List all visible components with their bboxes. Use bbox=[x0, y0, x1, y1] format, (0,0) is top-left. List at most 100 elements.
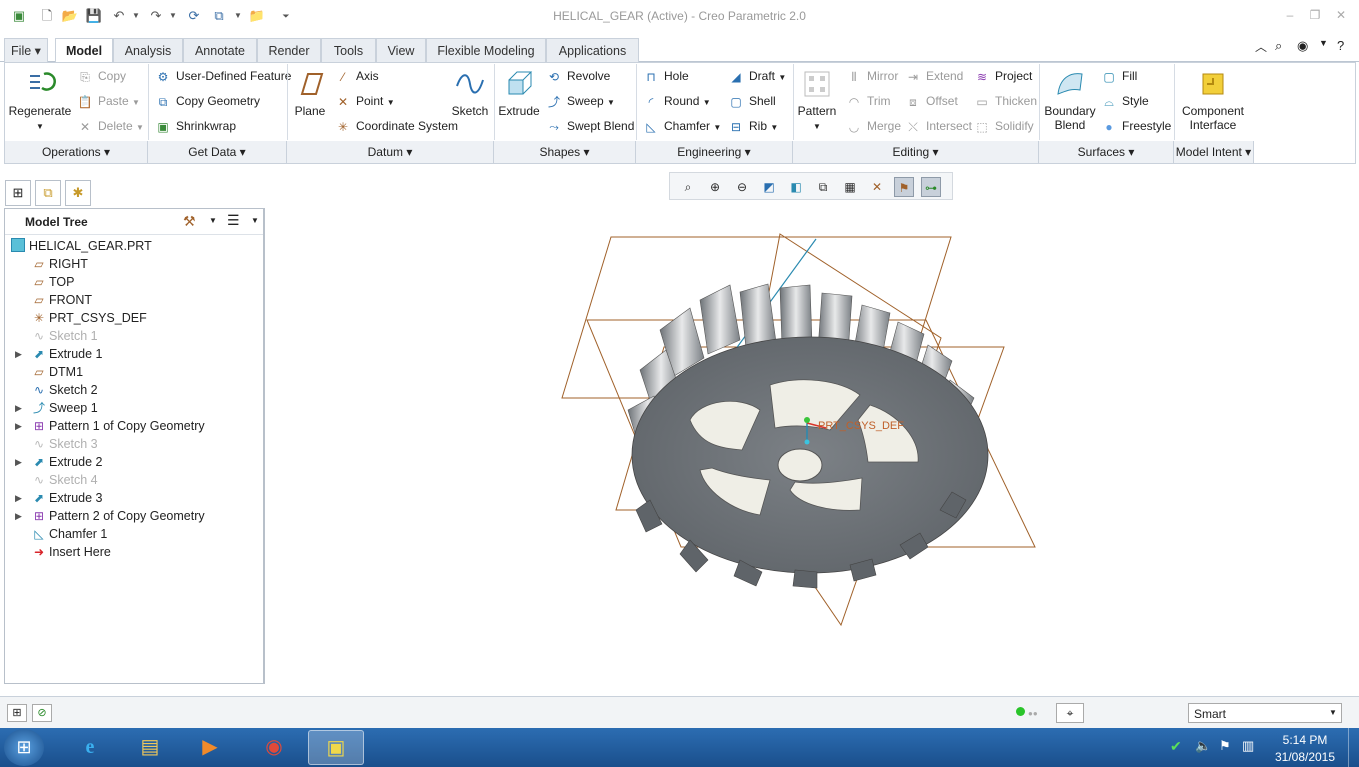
expand-arrow-icon[interactable]: ▶ bbox=[15, 345, 22, 363]
tree-item[interactable]: ✳ PRT_CSYS_DEF bbox=[5, 309, 263, 327]
help-icon[interactable]: ? bbox=[1337, 38, 1344, 53]
gear-model-view[interactable]: PRT_CSYS_DEF bbox=[270, 205, 1355, 693]
explorer-icon[interactable]: ▤ bbox=[122, 730, 178, 765]
favorites-tab-icon[interactable]: ✱ bbox=[65, 180, 91, 206]
intersect-button[interactable]: ⤬ Intersect bbox=[905, 117, 972, 135]
rib-button[interactable]: ⊟ Rib ▼ bbox=[728, 117, 778, 135]
extrude-button[interactable]: Extrude bbox=[498, 68, 540, 118]
engineering-group-footer[interactable]: Engineering ▾ bbox=[636, 141, 793, 163]
tree-item[interactable]: ▶ ⤴ Sweep 1 bbox=[5, 399, 263, 417]
restore-button[interactable]: ❐ bbox=[1306, 8, 1324, 22]
round-button[interactable]: ◜ Round ▼ bbox=[643, 92, 711, 110]
tab-file[interactable]: File ▾ bbox=[4, 38, 48, 62]
tree-item[interactable]: ➜ Insert Here bbox=[5, 543, 263, 561]
tab-render[interactable]: Render bbox=[257, 38, 321, 62]
folder-browser-tab-icon[interactable]: ⧉ bbox=[35, 180, 61, 206]
user-defined-feature-button[interactable]: ⚙ User-Defined Feature bbox=[155, 67, 292, 85]
tree-item[interactable]: ▶ ⊞ Pattern 2 of Copy Geometry bbox=[5, 507, 263, 525]
tab-annotate[interactable]: Annotate bbox=[183, 38, 257, 62]
graphics-area[interactable]: PRT_CSYS_DEF bbox=[270, 205, 1355, 693]
tab-tools[interactable]: Tools bbox=[321, 38, 376, 62]
shapes-group-footer[interactable]: Shapes ▾ bbox=[494, 141, 636, 163]
clock-date[interactable]: 31/08/2015 bbox=[1270, 750, 1340, 764]
project-button[interactable]: ≋ Project bbox=[974, 67, 1032, 85]
extend-button[interactable]: ⇥ Extend bbox=[905, 67, 963, 85]
refit-icon[interactable]: ⌕ bbox=[678, 177, 698, 197]
paste-button[interactable]: 📋 Paste ▼ bbox=[77, 92, 140, 110]
search-icon[interactable]: ⌕ bbox=[1275, 38, 1282, 54]
tree-root[interactable]: HELICAL_GEAR.PRT bbox=[5, 237, 263, 255]
tree-settings-icon[interactable]: ⚒ bbox=[183, 213, 196, 230]
close-button[interactable]: ✕ bbox=[1332, 8, 1350, 22]
find-icon[interactable]: ⌖ bbox=[1056, 703, 1084, 723]
tree-item[interactable]: ▱ RIGHT bbox=[5, 255, 263, 273]
expand-arrow-icon[interactable]: ▶ bbox=[15, 399, 22, 417]
repaint-icon[interactable]: ◩ bbox=[759, 177, 779, 197]
expand-arrow-icon[interactable]: ▶ bbox=[15, 489, 22, 507]
tree-item[interactable]: ∿ Sketch 1 bbox=[5, 327, 263, 345]
shrinkwrap-button[interactable]: ▣ Shrinkwrap bbox=[155, 117, 236, 135]
tab-view[interactable]: View bbox=[376, 38, 426, 62]
point-button[interactable]: ✕ Point ▼ bbox=[335, 92, 395, 110]
datum-display-filters-icon[interactable]: ✕ bbox=[867, 177, 887, 197]
browser-toggle-icon[interactable]: ⊘ bbox=[32, 704, 52, 722]
tree-item[interactable]: ▱ FRONT bbox=[5, 291, 263, 309]
component-interface-button[interactable]: Component Interface bbox=[1180, 68, 1246, 132]
revolve-button[interactable]: ⟲ Revolve bbox=[546, 67, 610, 85]
mirror-button[interactable]: ⫴ Mirror bbox=[846, 67, 898, 85]
coordinate-system-button[interactable]: ✳ Coordinate System bbox=[335, 117, 458, 135]
sketch-button[interactable]: Sketch bbox=[450, 68, 490, 118]
tab-model[interactable]: Model bbox=[55, 38, 113, 63]
plane-button[interactable]: Plane bbox=[290, 68, 330, 118]
clock-time[interactable]: 5:14 PM bbox=[1270, 733, 1340, 747]
tree-item[interactable]: ∿ Sketch 2 bbox=[5, 381, 263, 399]
draft-button[interactable]: ◢ Draft ▼ bbox=[728, 67, 786, 85]
datum-group-footer[interactable]: Datum ▾ bbox=[287, 141, 494, 163]
network-icon[interactable]: ▥ bbox=[1242, 738, 1254, 754]
display-style-icon[interactable]: ◧ bbox=[786, 177, 806, 197]
start-button[interactable]: ⊞ bbox=[4, 729, 44, 766]
internet-explorer-icon[interactable]: e bbox=[62, 730, 118, 765]
delete-button[interactable]: ✕ Delete ▼ bbox=[77, 117, 144, 135]
tab-analysis[interactable]: Analysis bbox=[113, 38, 183, 62]
axis-button[interactable]: ⁄ Axis bbox=[335, 67, 379, 85]
expand-arrow-icon[interactable]: ▶ bbox=[15, 453, 22, 471]
selection-filter-select[interactable]: Smart ▼ bbox=[1188, 703, 1342, 723]
copy-geometry-button[interactable]: ⧉ Copy Geometry bbox=[155, 92, 260, 110]
boundary-blend-button[interactable]: Boundary Blend bbox=[1043, 68, 1097, 132]
creo-taskbar-icon[interactable]: ▣ bbox=[308, 730, 364, 765]
tree-item[interactable]: ◺ Chamfer 1 bbox=[5, 525, 263, 543]
sync-tray-icon[interactable]: ✔ bbox=[1170, 738, 1182, 755]
tab-flexible-modeling[interactable]: Flexible Modeling bbox=[426, 38, 546, 62]
get-data-group-footer[interactable]: Get Data ▾ bbox=[148, 141, 287, 163]
merge-button[interactable]: ◡ Merge bbox=[846, 117, 901, 135]
volume-icon[interactable]: 🔈 bbox=[1195, 738, 1211, 754]
chamfer-button[interactable]: ◺ Chamfer ▼ bbox=[643, 117, 721, 135]
tree-item[interactable]: ▶ ⊞ Pattern 1 of Copy Geometry bbox=[5, 417, 263, 435]
regenerate-button[interactable]: Regenerate ▼ bbox=[8, 68, 72, 134]
show-desktop-button[interactable] bbox=[1348, 728, 1359, 767]
tree-item[interactable]: ▶ ⬈ Extrude 2 bbox=[5, 453, 263, 471]
tab-applications[interactable]: Applications bbox=[546, 38, 639, 62]
fill-button[interactable]: ▢ Fill bbox=[1101, 67, 1137, 85]
surfaces-group-footer[interactable]: Surfaces ▾ bbox=[1039, 141, 1174, 163]
offset-button[interactable]: ⧈ Offset bbox=[905, 92, 958, 110]
expand-arrow-icon[interactable]: ▶ bbox=[15, 507, 22, 525]
media-player-icon[interactable]: ▶ bbox=[182, 730, 238, 765]
minimize-button[interactable]: – bbox=[1281, 8, 1299, 22]
shell-button[interactable]: ▢ Shell bbox=[728, 92, 775, 110]
tree-item[interactable]: ▶ ⬈ Extrude 1 bbox=[5, 345, 263, 363]
expand-arrow-icon[interactable]: ▶ bbox=[15, 417, 22, 435]
minimize-ribbon-icon[interactable]: ︿ bbox=[1255, 38, 1267, 55]
tree-item[interactable]: ∿ Sketch 4 bbox=[5, 471, 263, 489]
pattern-button[interactable]: Pattern ▼ bbox=[797, 68, 837, 134]
saved-orientations-icon[interactable]: ⧉ bbox=[813, 177, 833, 197]
show-menu-icon[interactable]: ☰ bbox=[227, 212, 240, 229]
solidify-button[interactable]: ⬚ Solidify bbox=[974, 117, 1033, 135]
tree-item[interactable]: ∿ Sketch 3 bbox=[5, 435, 263, 453]
model-intent-group-footer[interactable]: Model Intent ▾ bbox=[1174, 141, 1254, 163]
zoom-out-icon[interactable]: ⊖ bbox=[732, 177, 752, 197]
chrome-icon[interactable]: ◉ bbox=[246, 730, 302, 765]
action-center-icon[interactable]: ⚑ bbox=[1219, 738, 1231, 754]
help-center-icon[interactable]: ◉ bbox=[1297, 38, 1308, 54]
